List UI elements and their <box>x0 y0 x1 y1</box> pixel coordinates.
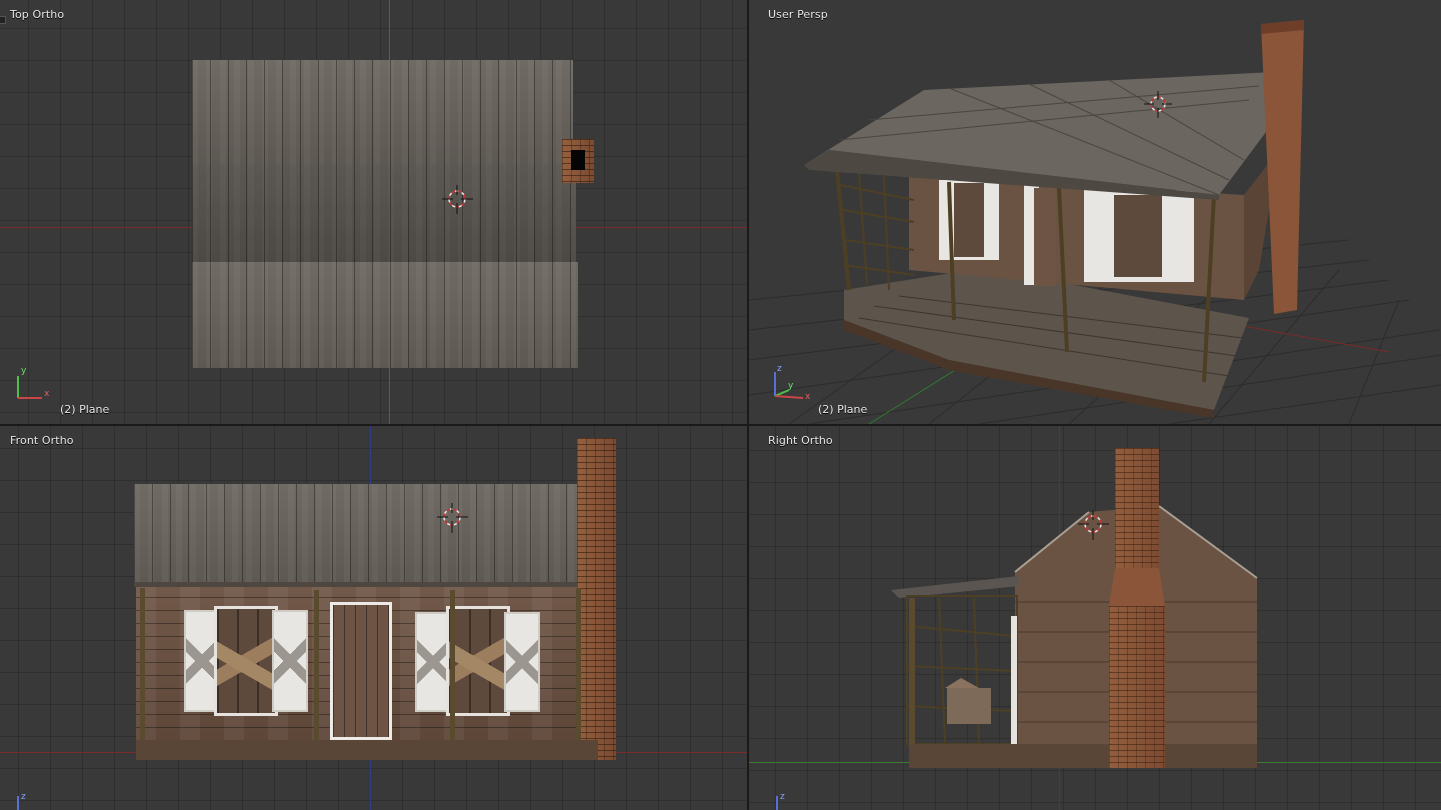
chimney-front <box>577 438 616 760</box>
active-object-label: (2) Plane <box>60 403 110 416</box>
axis-y-label: y <box>21 366 27 376</box>
chimney-side-lower <box>1109 606 1165 768</box>
axis-x-label: x <box>44 389 50 399</box>
porch-post <box>140 588 145 756</box>
axis-gizmo-icon: z <box>776 792 785 810</box>
chimney-top <box>562 139 594 183</box>
axis-z-label: z <box>780 792 785 802</box>
porch-base <box>136 740 598 760</box>
viewport-front-ortho[interactable]: z Front Ortho <box>0 426 747 810</box>
axis-gizmo-icon: z <box>17 792 26 810</box>
viewport-corner-handle[interactable] <box>0 16 6 24</box>
viewport-user-persp[interactable]: z y x User Persp (2) Plane <box>749 0 1441 424</box>
cabin-side-model <box>891 448 1258 768</box>
boarded-window-right <box>446 606 510 716</box>
left-shutter-right <box>272 610 308 712</box>
viewport-label: Top Ortho <box>10 8 65 21</box>
axis-y-label: y <box>788 381 794 391</box>
roof-top-section <box>192 60 573 164</box>
3d-cursor-icon[interactable] <box>1140 88 1176 124</box>
3d-cursor-icon[interactable] <box>1073 508 1113 544</box>
viewport-label: User Persp <box>768 8 828 21</box>
cabin-perspective-model <box>804 20 1304 418</box>
boarded-window-left <box>214 606 278 716</box>
viewport-label: Front Ortho <box>10 434 74 447</box>
3d-cursor-icon[interactable] <box>432 500 472 536</box>
viewport-label: Right Ortho <box>768 434 833 447</box>
roof-middle-section <box>192 164 576 262</box>
axis-gizmo-icon: y x <box>17 366 50 399</box>
axis-gizmo-icon: z y x <box>774 364 811 402</box>
roof-eave <box>134 582 590 587</box>
porch-post <box>314 590 319 744</box>
right-shutter-right <box>504 612 540 712</box>
axis-z-label: z <box>777 364 782 374</box>
active-object-label: (2) Plane <box>818 403 868 416</box>
viewport-top-ortho[interactable]: y x Top Ortho (2) Plane <box>0 0 747 424</box>
porch-post <box>450 590 455 744</box>
chimney-side-upper <box>1115 448 1159 568</box>
3d-cursor-icon[interactable] <box>437 180 477 220</box>
axis-x-label: x <box>805 392 811 402</box>
front-door <box>330 602 392 740</box>
front-roof <box>134 484 590 584</box>
viewport-right-ortho[interactable]: z Right Ortho <box>749 426 1441 810</box>
roof-lower-section <box>192 262 578 368</box>
axis-z-label: z <box>21 792 26 802</box>
porch-post <box>576 588 581 748</box>
